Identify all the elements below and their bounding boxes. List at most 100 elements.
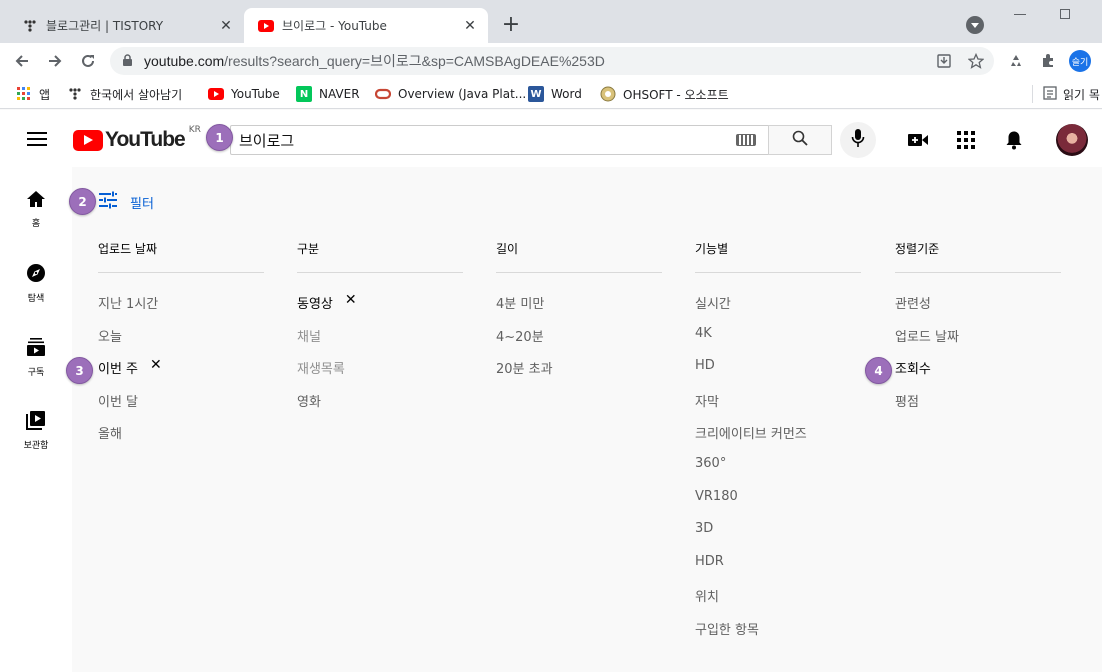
filter-option-channel: 채널 — [297, 329, 321, 345]
tab-title: 브이로그 - YouTube — [282, 19, 387, 33]
filter-option-this-month[interactable]: 이번 달 — [98, 391, 264, 424]
filter-option-over-20-min[interactable]: 20분 초과 — [496, 358, 662, 391]
filter-option-location[interactable]: 위치 — [695, 586, 861, 619]
divider — [297, 272, 463, 273]
filter-option-live[interactable]: 실시간 — [695, 293, 861, 326]
bookmark-naver[interactable]: N NAVER — [296, 85, 360, 103]
notifications-bell-icon[interactable] — [1002, 128, 1026, 152]
minimize-icon[interactable] — [1014, 14, 1026, 15]
guide-item-explore[interactable]: 탐색 — [0, 263, 72, 304]
tab-search-icon[interactable] — [966, 16, 984, 34]
address-bar[interactable]: youtube.com/results?search_query=브이로그&sp… — [110, 47, 994, 75]
browser-tab-strip: 블로그관리 | TISTORY ✕ 브이로그 - YouTube ✕ + — [0, 0, 1102, 43]
tab-title: 블로그관리 | TISTORY — [46, 19, 164, 33]
filter-option-last-hour[interactable]: 지난 1시간 — [98, 293, 264, 326]
recycle-extension-icon[interactable] — [1006, 51, 1026, 71]
forward-icon[interactable] — [43, 49, 67, 73]
new-tab-button[interactable]: + — [498, 13, 524, 39]
annotation-marker-1: 1 — [206, 124, 233, 151]
sort-option-relevance[interactable]: 관련성 — [895, 293, 1061, 326]
voice-search-button[interactable] — [840, 122, 876, 158]
microphone-icon — [851, 128, 865, 152]
create-video-icon[interactable] — [906, 128, 930, 152]
youtube-header: YouTube KR — [0, 110, 1102, 167]
url-text: youtube.com/results?search_query=브이로그&sp… — [144, 53, 605, 69]
bookmark-ohsoft[interactable]: OHSOFT - 오소프트 — [600, 85, 729, 103]
filter-sliders-icon — [98, 191, 118, 213]
filter-option-hdr[interactable]: HDR — [695, 554, 861, 587]
filter-option-under-4-min[interactable]: 4분 미만 — [496, 293, 662, 326]
bookmark-java-overview[interactable]: Overview (Java Plat... — [375, 85, 526, 103]
filter-column-features: 기능별 실시간 4K HD 자막 크리에이티브 커먼즈 360° VR180 3… — [695, 240, 861, 652]
search-input[interactable] — [237, 130, 736, 150]
remove-filter-icon[interactable]: ✕ — [150, 358, 162, 372]
search-button[interactable] — [768, 125, 832, 155]
maximize-icon[interactable] — [1060, 9, 1070, 19]
lock-icon — [122, 52, 134, 71]
reload-icon[interactable] — [76, 49, 100, 73]
filter-column-sort-by: 정렬기준 관련성 업로드 날짜 조회수 평점 — [895, 240, 1061, 423]
bookmark-korea[interactable]: 한국에서 살아남기 — [67, 85, 182, 103]
filter-option-4-20-min[interactable]: 4~20분 — [496, 326, 662, 359]
filter-option-this-week[interactable]: 이번 주 ✕ — [98, 358, 264, 391]
profile-avatar[interactable]: 슬기 — [1069, 50, 1091, 72]
filter-option-movie[interactable]: 영화 — [297, 391, 463, 424]
tistory-favicon-icon — [22, 18, 38, 34]
bookmark-star-icon[interactable] — [966, 51, 986, 71]
filter-column-header: 길이 — [496, 242, 519, 256]
filter-option-video[interactable]: 동영상 ✕ — [297, 293, 463, 326]
youtube-logo[interactable]: YouTube KR — [73, 125, 201, 152]
guide-item-home[interactable]: 홈 — [0, 190, 72, 229]
bookmark-word[interactable]: W Word — [528, 85, 582, 103]
bookmarks-bar: 앱 한국에서 살아남기 YouTube N NAVER Overview (Ja… — [0, 79, 1102, 109]
filter-option-4k[interactable]: 4K — [695, 326, 861, 359]
filter-column-header: 정렬기준 — [895, 242, 940, 256]
apps-grid-icon — [16, 86, 32, 102]
filter-option-360[interactable]: 360° — [695, 456, 861, 489]
browser-toolbar: youtube.com/results?search_query=브이로그&sp… — [0, 43, 1102, 79]
annotation-marker-2: 2 — [69, 188, 96, 215]
filter-option-this-year[interactable]: 올해 — [98, 423, 264, 456]
filter-option-purchased[interactable]: 구입한 항목 — [695, 619, 861, 652]
oracle-icon — [375, 86, 391, 102]
bookmark-apps[interactable]: 앱 — [16, 85, 50, 103]
keyboard-icon[interactable] — [736, 134, 756, 146]
back-icon[interactable] — [10, 49, 34, 73]
bookmark-youtube[interactable]: YouTube — [208, 85, 280, 103]
divider — [496, 272, 662, 273]
tab-tistory[interactable]: 블로그관리 | TISTORY ✕ — [8, 8, 244, 43]
filter-toggle-button[interactable]: 필터 — [98, 191, 154, 213]
close-icon[interactable]: ✕ — [216, 16, 236, 36]
filter-column-header: 기능별 — [695, 242, 729, 256]
home-icon — [26, 190, 46, 212]
menu-icon[interactable] — [27, 132, 47, 146]
subscriptions-icon — [26, 337, 46, 361]
divider — [695, 272, 861, 273]
filter-label: 필터 — [130, 196, 154, 212]
filter-option-today[interactable]: 오늘 — [98, 326, 264, 359]
sort-option-view-count[interactable]: 조회수 — [895, 358, 1061, 391]
filter-column-header: 구분 — [297, 242, 320, 256]
extensions-icon[interactable] — [1038, 51, 1058, 71]
install-icon[interactable] — [934, 51, 954, 71]
filter-option-3d[interactable]: 3D — [695, 521, 861, 554]
remove-filter-icon[interactable]: ✕ — [345, 293, 357, 307]
mini-guide: 홈 탐색 구독 보관함 — [0, 167, 72, 672]
guide-item-subscriptions[interactable]: 구독 — [0, 337, 72, 378]
reading-list[interactable]: 읽기 목 — [1032, 85, 1100, 103]
filter-option-creative-commons[interactable]: 크리에이티브 커먼즈 — [695, 423, 861, 456]
sort-option-upload-date[interactable]: 업로드 날짜 — [895, 326, 1061, 359]
guide-item-library[interactable]: 보관함 — [0, 410, 72, 451]
close-icon[interactable]: ✕ — [460, 16, 480, 36]
account-avatar[interactable] — [1056, 124, 1088, 156]
filter-option-vr180[interactable]: VR180 — [695, 489, 861, 522]
tab-youtube[interactable]: 브이로그 - YouTube ✕ — [244, 8, 488, 43]
search-box — [230, 125, 769, 155]
filter-option-playlist: 재생목록 — [297, 362, 345, 378]
filter-option-subtitles[interactable]: 자막 — [695, 391, 861, 424]
sort-option-rating[interactable]: 평점 — [895, 391, 1061, 424]
filter-option-hd[interactable]: HD — [695, 358, 861, 391]
apps-icon[interactable] — [954, 128, 978, 152]
naver-icon: N — [296, 86, 312, 102]
search-icon — [792, 130, 808, 150]
